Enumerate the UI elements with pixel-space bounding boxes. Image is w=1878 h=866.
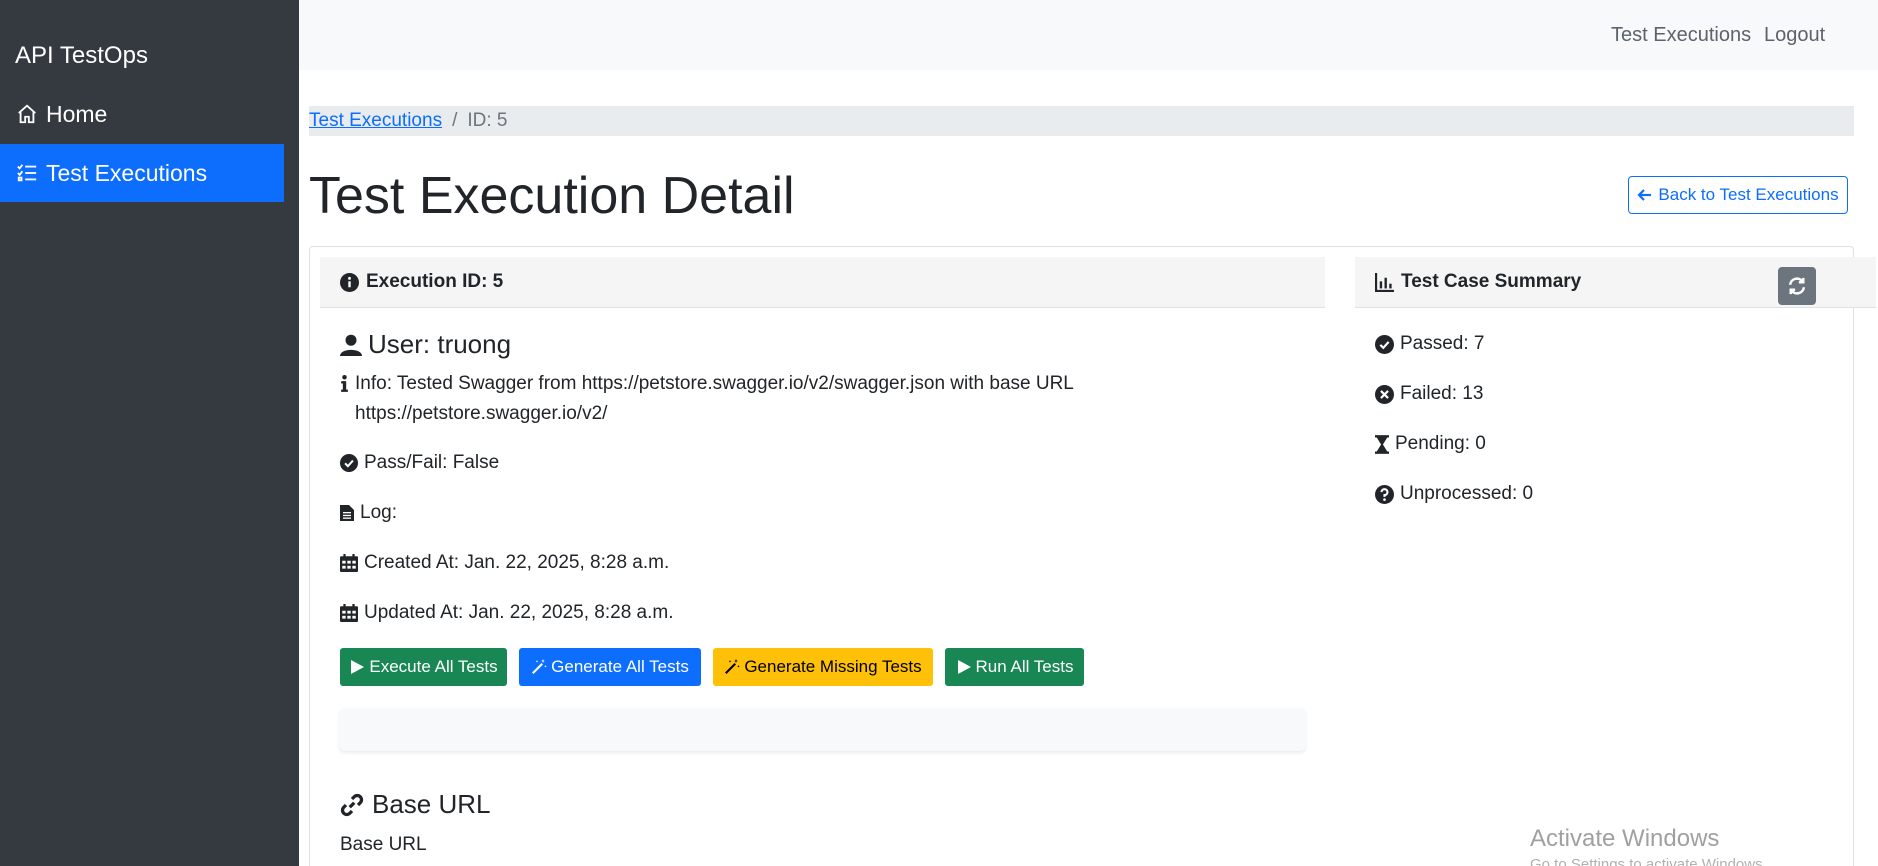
breadcrumb: Test Executions / ID: 5 [309,106,1854,136]
list-check-icon [17,164,37,182]
check-circle-icon [340,454,358,472]
user-name: User: truong [368,329,512,359]
nav-link-test-executions[interactable]: Test Executions [1611,24,1751,47]
sidebar: API TestOps Home Test Executions [0,0,299,866]
sidebar-item-home[interactable]: Home [0,85,284,143]
refresh-summary-button[interactable] [1778,267,1816,305]
question-circle-icon [1375,484,1394,504]
generate-all-tests-button[interactable]: Generate All Tests [519,648,701,686]
summary-passed: Passed: 7 [1375,333,1485,355]
generate-all-label: Generate All Tests [551,657,689,676]
play-icon [957,660,971,674]
execute-all-label: Execute All Tests [369,657,498,676]
info-icon [341,375,348,392]
page-title: Test Execution Detail [309,167,795,225]
log-label: Log: [360,502,397,523]
pending-text: Pending: 0 [1395,433,1486,454]
log-field: Log: [340,498,397,528]
updated-at-text: Updated At: Jan. 22, 2025, 8:28 a.m. [364,602,674,623]
updated-at-field: Updated At: Jan. 22, 2025, 8:28 a.m. [340,598,674,628]
execution-info: Info: Tested Swagger from https://petsto… [340,369,1170,429]
generate-missing-tests-button[interactable]: Generate Missing Tests [713,648,933,686]
sidebar-item-test-executions[interactable]: Test Executions [0,144,284,202]
x-circle-icon [1375,384,1394,404]
pass-fail-status: Pass/Fail: False [340,448,499,478]
sidebar-item-label: Home [46,100,108,127]
base-url-text: Base URL [340,834,427,855]
nav-link-logout[interactable]: Logout [1764,24,1825,47]
breadcrumb-current: ID: 5 [467,110,508,131]
results-panel [339,708,1306,751]
breadcrumb-link-test-executions[interactable]: Test Executions [309,110,442,132]
summary-header-title: Test Case Summary [1401,271,1582,292]
summary-pending: Pending: 0 [1375,433,1486,455]
check-circle-icon [1375,334,1394,354]
run-all-label: Run All Tests [975,657,1074,676]
run-all-tests-button[interactable]: Run All Tests [945,648,1084,686]
user-icon [340,334,362,356]
bar-chart-icon [1375,272,1394,292]
calendar-icon [340,604,358,622]
magic-wand-icon [532,659,548,674]
pass-fail-text: Pass/Fail: False [364,452,500,473]
calendar-icon [340,554,358,572]
house-icon [18,104,36,124]
arrow-left-icon [1637,189,1652,201]
passed-text: Passed: 7 [1400,333,1485,354]
summary-failed: Failed: 13 [1375,383,1483,405]
file-text-icon [340,505,354,521]
summary-unprocessed: Unprocessed: 0 [1375,483,1533,505]
activate-windows-subtitle: Go to Settings to activate Windows. [1530,856,1767,866]
execute-all-tests-button[interactable]: Execute All Tests [340,648,507,686]
info-text: Info: Tested Swagger from https://petsto… [355,373,1074,424]
brand-title[interactable]: API TestOps [15,42,148,70]
generate-missing-label: Generate Missing Tests [744,657,922,676]
base-url-heading: Base URL [340,789,491,820]
top-navbar: Test Executions Logout [299,0,1878,70]
play-icon [351,660,365,674]
unprocessed-text: Unprocessed: 0 [1400,483,1534,504]
base-url-title: Base URL [372,789,491,819]
created-at-text: Created At: Jan. 22, 2025, 8:28 a.m. [364,552,670,573]
info-circle-icon [340,272,359,292]
back-button-label: Back to Test Executions [1658,185,1839,204]
failed-text: Failed: 13 [1400,383,1484,404]
activate-windows-watermark: Activate Windows [1530,825,1720,852]
refresh-icon [1788,277,1806,295]
execution-header-title: Execution ID: 5 [366,271,504,292]
back-to-test-executions-button[interactable]: Back to Test Executions [1628,176,1848,214]
user-heading: User: truong [340,329,511,360]
sidebar-item-label: Test Executions [46,159,208,186]
magic-wand-icon [725,659,741,674]
execution-card-header: Execution ID: 5 [320,257,1325,308]
created-at-field: Created At: Jan. 22, 2025, 8:28 a.m. [340,548,669,578]
breadcrumb-separator: / [452,110,458,131]
link-icon [340,793,364,816]
hourglass-icon [1375,434,1389,454]
